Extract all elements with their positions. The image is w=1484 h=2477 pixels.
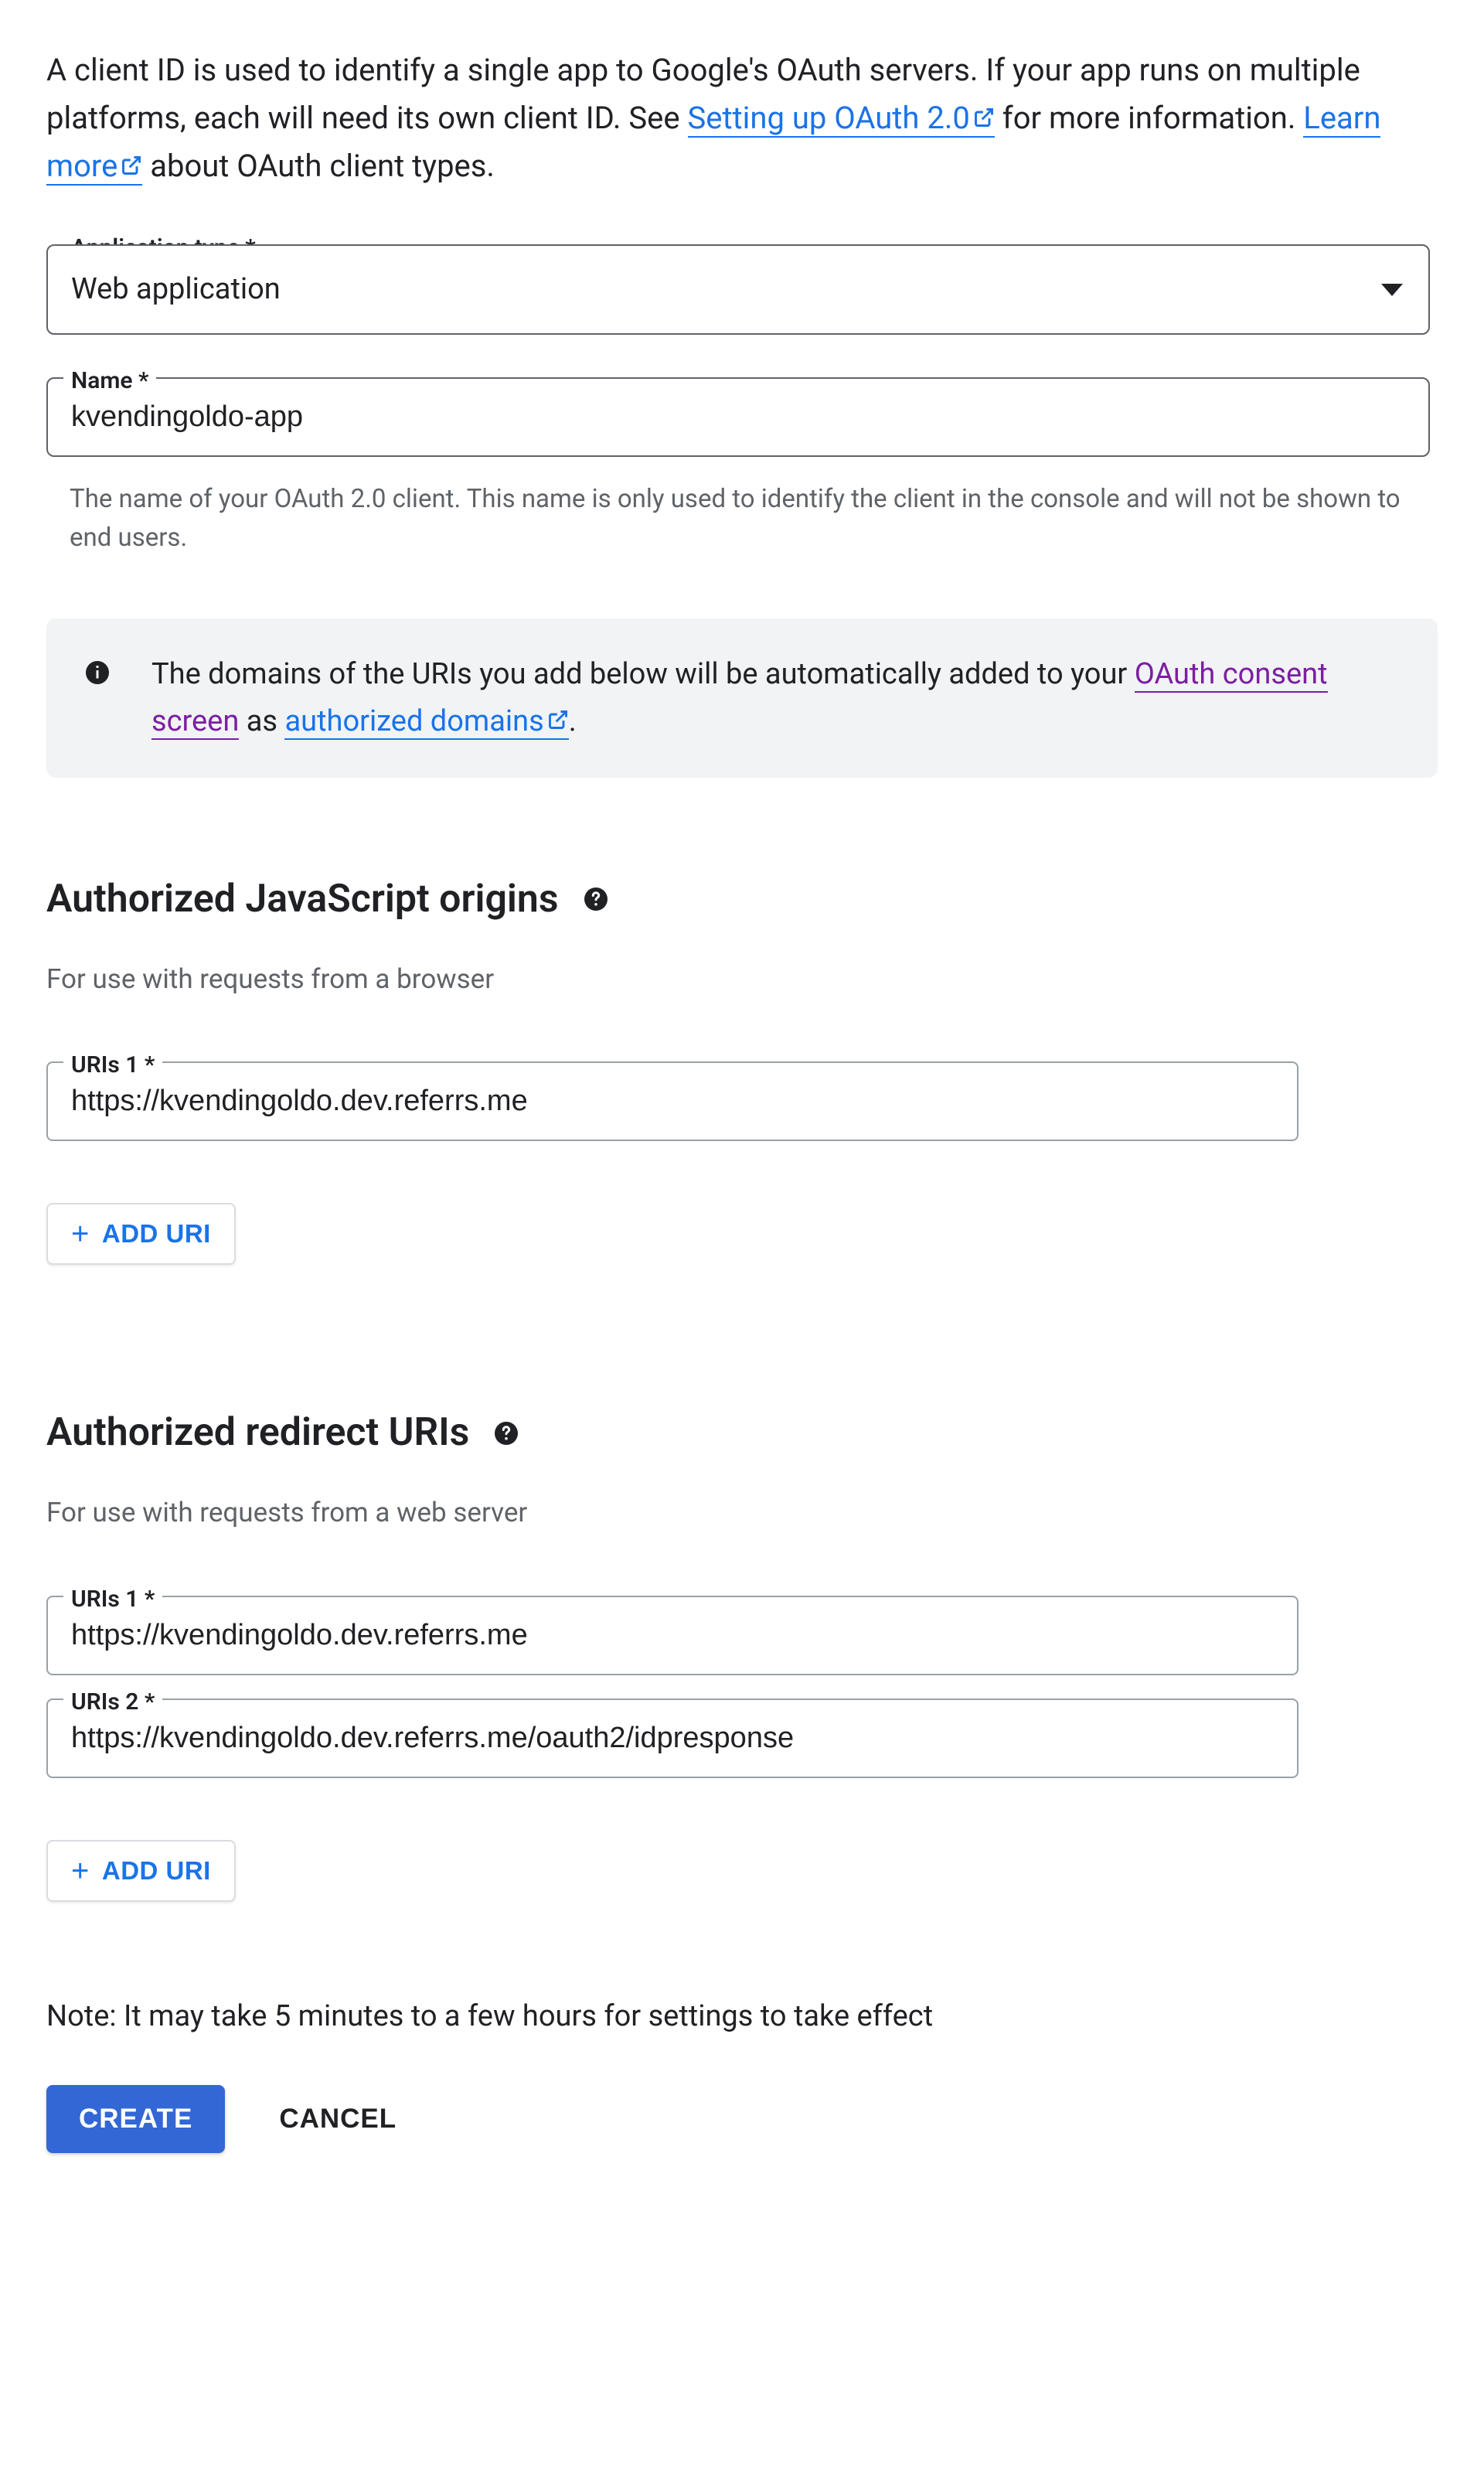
redirect-uris-title: Authorized redirect URIs	[46, 1404, 469, 1462]
add-uri-label: ADD URI	[102, 1219, 211, 1249]
plus-icon: +	[71, 1855, 90, 1886]
name-helper-text: The name of your OAuth 2.0 client. This …	[70, 480, 1438, 557]
external-link-icon	[121, 142, 142, 190]
setup-oauth-link[interactable]: Setting up OAuth 2.0	[688, 100, 995, 138]
js-origins-uri-1-label: URIs 1 *	[63, 1048, 162, 1082]
js-origins-title: Authorized JavaScript origins	[46, 871, 559, 928]
redirect-add-uri-button[interactable]: + ADD URI	[46, 1840, 236, 1902]
info-banner: The domains of the URIs you add below wi…	[46, 618, 1438, 778]
create-button[interactable]: CREATE	[46, 2085, 225, 2153]
external-link-icon	[973, 94, 995, 142]
redirect-uri-1-label: URIs 1 *	[63, 1582, 162, 1617]
redirect-uri-1-wrapper: URIs 1 *	[46, 1596, 1298, 1675]
authorized-domains-link[interactable]: authorized domains	[284, 704, 568, 740]
info-icon	[83, 659, 111, 687]
redirect-uris-section: Authorized redirect URIs For use with re…	[46, 1404, 1438, 1902]
application-type-select[interactable]: Web application	[46, 244, 1430, 335]
action-buttons: CREATE CANCEL	[46, 2085, 1438, 2153]
redirect-uris-subtitle: For use with requests from a web server	[46, 1493, 1438, 1534]
info-banner-text: The domains of the URIs you add below wi…	[151, 651, 1401, 745]
js-origins-subtitle: For use with requests from a browser	[46, 959, 1438, 1000]
help-icon[interactable]	[492, 1419, 520, 1447]
js-origins-add-uri-button[interactable]: + ADD URI	[46, 1203, 236, 1265]
intro-text: A client ID is used to identify a single…	[46, 46, 1438, 190]
intro-text-part2: for more information.	[995, 100, 1303, 136]
external-link-icon	[547, 698, 569, 745]
redirect-uri-2-wrapper: URIs 2 *	[46, 1698, 1298, 1778]
name-input[interactable]	[46, 377, 1430, 457]
name-label: Name *	[63, 363, 156, 398]
add-uri-label: ADD URI	[102, 1856, 211, 1886]
redirect-uri-2-input[interactable]	[46, 1698, 1298, 1778]
help-icon[interactable]	[582, 885, 610, 913]
application-type-field: Application type * Web application	[46, 244, 1430, 335]
redirect-uri-2-label: URIs 2 *	[63, 1685, 162, 1719]
plus-icon: +	[71, 1218, 90, 1249]
js-origins-uri-1-wrapper: URIs 1 *	[46, 1061, 1298, 1141]
application-type-value: Web application	[71, 272, 281, 306]
name-field-wrapper: Name *	[46, 377, 1430, 457]
cancel-button[interactable]: CANCEL	[264, 2085, 412, 2153]
redirect-uri-1-input[interactable]	[46, 1596, 1298, 1675]
js-origins-uri-1-input[interactable]	[46, 1061, 1298, 1141]
intro-text-part3: about OAuth client types.	[142, 148, 495, 184]
note-text: Note: It may take 5 minutes to a few hou…	[46, 1995, 1438, 2039]
js-origins-section: Authorized JavaScript origins For use wi…	[46, 871, 1438, 1266]
